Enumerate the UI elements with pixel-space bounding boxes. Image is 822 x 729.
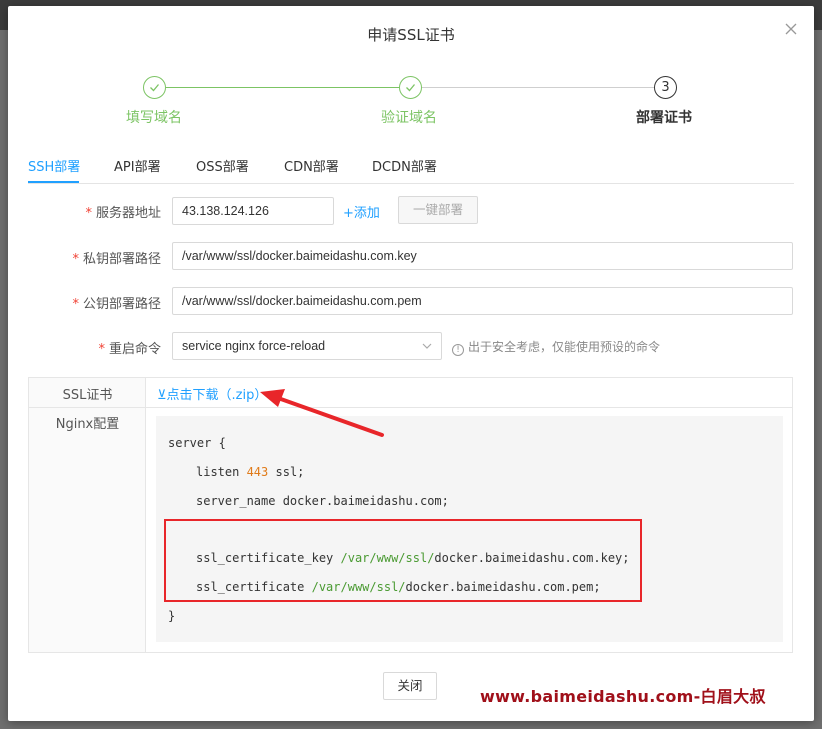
- step-3-number: 3: [654, 76, 677, 99]
- step-connector-1: [166, 87, 399, 88]
- deploy-tabs: SSH部署 API部署 OSS部署 CDN部署 DCDN部署: [28, 144, 794, 184]
- close-button[interactable]: 关闭: [383, 672, 437, 700]
- key-path-input[interactable]: [172, 242, 793, 270]
- step-1-check-icon: [143, 76, 166, 99]
- chevron-down-icon: [422, 343, 432, 349]
- nginx-config-label: Nginx配置: [55, 417, 120, 432]
- code-line: listen 443 ssl;: [196, 465, 305, 479]
- watermark: www.baimeidashu.com-白眉大叔: [480, 687, 766, 706]
- progress-steps: 3 填写域名 验证域名 部署证书: [8, 76, 814, 136]
- code-line: ssl_certificate /var/www/ssl/docker.baim…: [196, 580, 601, 594]
- dialog-title: 申请SSL证书: [367, 26, 455, 44]
- tab-ssh[interactable]: SSH部署: [28, 156, 80, 175]
- active-tab-indicator: [28, 181, 79, 183]
- certificate-info-table: SSL证书 ⊻点击下载（.zip） Nginx配置 server { liste…: [28, 377, 793, 653]
- tab-dcdn[interactable]: DCDN部署: [372, 156, 437, 175]
- restart-command-select[interactable]: service nginx force-reload: [172, 332, 442, 360]
- tab-oss[interactable]: OSS部署: [196, 156, 249, 175]
- key-path-label: * 私钥部署路径: [72, 252, 161, 267]
- code-line: server {: [168, 436, 226, 450]
- server-input[interactable]: [172, 197, 334, 225]
- add-server-button[interactable]: +添加: [343, 202, 380, 221]
- ssl-certificate-dialog: 申请SSL证书 3 填写域名 验证域名 部署证书 SSH部署 API部署 OSS…: [8, 6, 814, 721]
- row-divider: [29, 407, 792, 408]
- server-label: * 服务器地址: [85, 206, 161, 221]
- info-icon: !: [452, 344, 464, 356]
- pem-path-input[interactable]: [172, 287, 793, 315]
- step-2-check-icon: [399, 76, 422, 99]
- step-connector-2: [422, 87, 654, 88]
- nginx-config-code: server { listen 443 ssl; server_name doc…: [156, 416, 783, 642]
- pem-path-label: * 公钥部署路径: [72, 297, 161, 312]
- code-line: }: [168, 609, 176, 623]
- step-2-label: 验证域名: [381, 110, 437, 126]
- one-click-deploy-button[interactable]: 一键部署: [398, 196, 478, 224]
- code-line: server_name docker.baimeidashu.com;: [196, 494, 449, 508]
- tab-cdn[interactable]: CDN部署: [284, 156, 339, 175]
- tab-api[interactable]: API部署: [114, 156, 161, 175]
- restart-command-value: service nginx force-reload: [182, 339, 326, 353]
- restart-hint: ! 出于安全考虑，仅能使用预设的命令: [452, 338, 660, 356]
- ssl-cert-label: SSL证书: [62, 388, 113, 403]
- close-icon[interactable]: [784, 22, 798, 36]
- download-zip-link[interactable]: ⊻点击下载（.zip）: [157, 384, 267, 403]
- code-line: ssl_certificate_key /var/www/ssl/docker.…: [196, 551, 630, 565]
- step-3-label: 部署证书: [636, 110, 692, 126]
- step-1-label: 填写域名: [126, 110, 182, 126]
- restart-command-label: * 重启命令: [98, 342, 161, 357]
